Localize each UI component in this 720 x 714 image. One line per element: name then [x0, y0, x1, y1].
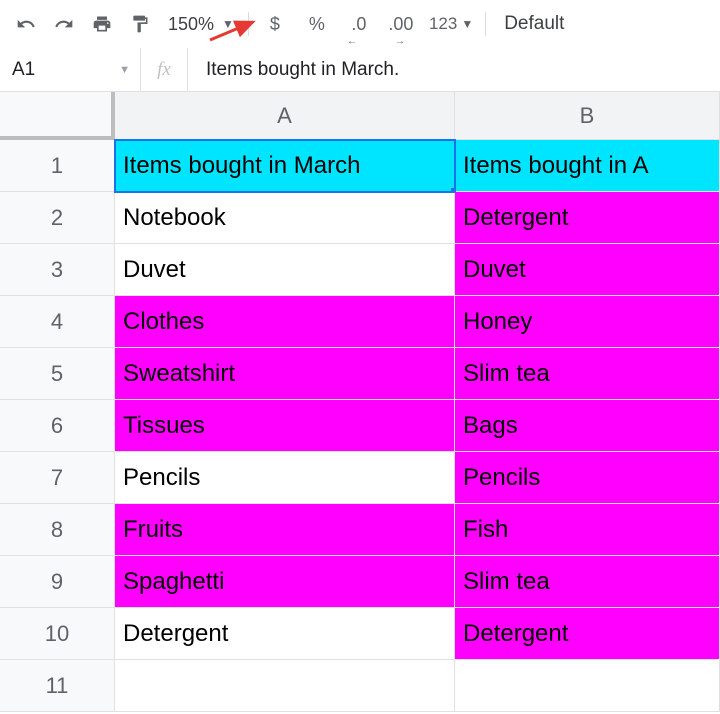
- font-dropdown[interactable]: Default: [492, 13, 576, 35]
- cell[interactable]: Bags: [455, 400, 720, 452]
- cell[interactable]: Duvet: [115, 244, 455, 296]
- row-header[interactable]: 11: [0, 660, 115, 712]
- formula-bar: A1 ▼ fx Items bought in March.: [0, 48, 720, 92]
- cell[interactable]: Detergent: [455, 192, 720, 244]
- format-123-label: 123: [429, 14, 457, 34]
- cell[interactable]: Fruits: [115, 504, 455, 556]
- more-formats-button[interactable]: 123 ▼: [423, 14, 479, 34]
- name-box[interactable]: A1 ▼: [0, 59, 140, 81]
- column-header-b[interactable]: B: [455, 92, 720, 140]
- rows-container: 1Items bought in MarchItems bought in A2…: [0, 140, 720, 712]
- redo-icon: [54, 14, 74, 34]
- cell[interactable]: Tissues: [115, 400, 455, 452]
- zoom-value: 150%: [168, 14, 214, 35]
- table-row: 1Items bought in MarchItems bought in A: [0, 140, 720, 192]
- currency-button[interactable]: $: [255, 6, 295, 42]
- zoom-dropdown[interactable]: 150% ▼: [160, 14, 242, 35]
- fx-icon: fx: [140, 48, 188, 91]
- table-row: 2NotebookDetergent: [0, 192, 720, 244]
- row-header[interactable]: 9: [0, 556, 115, 608]
- toolbar: 150% ▼ $ % .0← .00→ 123 ▼ Default: [0, 0, 720, 48]
- row-header[interactable]: 7: [0, 452, 115, 504]
- undo-icon: [16, 14, 36, 34]
- print-button[interactable]: [84, 6, 120, 42]
- cell[interactable]: Honey: [455, 296, 720, 348]
- separator: [248, 12, 249, 36]
- row-header[interactable]: 4: [0, 296, 115, 348]
- font-label: Default: [504, 13, 564, 34]
- table-row: 3DuvetDuvet: [0, 244, 720, 296]
- table-row: 5SweatshirtSlim tea: [0, 348, 720, 400]
- row-header[interactable]: 5: [0, 348, 115, 400]
- undo-button[interactable]: [8, 6, 44, 42]
- cell[interactable]: Detergent: [455, 608, 720, 660]
- cell[interactable]: Items bought in March: [115, 140, 455, 192]
- row-header[interactable]: 6: [0, 400, 115, 452]
- select-all-corner[interactable]: [0, 92, 115, 140]
- cell[interactable]: Duvet: [455, 244, 720, 296]
- cell[interactable]: Slim tea: [455, 556, 720, 608]
- cell[interactable]: Spaghetti: [115, 556, 455, 608]
- cell[interactable]: [455, 660, 720, 712]
- chevron-down-icon: ▼: [461, 17, 473, 31]
- table-row: 11: [0, 660, 720, 712]
- formula-input[interactable]: Items bought in March.: [188, 59, 720, 81]
- table-row: 10DetergentDetergent: [0, 608, 720, 660]
- cell[interactable]: Items bought in A: [455, 140, 720, 192]
- chevron-down-icon: ▼: [119, 64, 130, 76]
- cell[interactable]: Pencils: [115, 452, 455, 504]
- column-headers: A B: [0, 92, 720, 140]
- spreadsheet-grid: A B 1Items bought in MarchItems bought i…: [0, 92, 720, 712]
- decrease-decimal-button[interactable]: .0←: [339, 6, 379, 42]
- print-icon: [92, 14, 112, 34]
- row-header[interactable]: 10: [0, 608, 115, 660]
- chevron-down-icon: ▼: [222, 17, 234, 31]
- increase-decimal-button[interactable]: .00→: [381, 6, 421, 42]
- row-header[interactable]: 3: [0, 244, 115, 296]
- row-header[interactable]: 2: [0, 192, 115, 244]
- separator: [485, 12, 486, 36]
- number-format-group: $ % .0← .00→ 123 ▼: [255, 6, 479, 42]
- table-row: 9SpaghettiSlim tea: [0, 556, 720, 608]
- cell[interactable]: Detergent: [115, 608, 455, 660]
- cell[interactable]: Fish: [455, 504, 720, 556]
- paint-format-icon: [130, 14, 150, 34]
- cell[interactable]: Clothes: [115, 296, 455, 348]
- row-header[interactable]: 1: [0, 140, 115, 192]
- percent-button[interactable]: %: [297, 6, 337, 42]
- table-row: 4ClothesHoney: [0, 296, 720, 348]
- table-row: 8FruitsFish: [0, 504, 720, 556]
- row-header[interactable]: 8: [0, 504, 115, 556]
- cell[interactable]: Sweatshirt: [115, 348, 455, 400]
- name-box-value: A1: [12, 59, 35, 81]
- paint-format-button[interactable]: [122, 6, 158, 42]
- cell[interactable]: [115, 660, 455, 712]
- cell[interactable]: Notebook: [115, 192, 455, 244]
- column-header-a[interactable]: A: [115, 92, 455, 140]
- redo-button[interactable]: [46, 6, 82, 42]
- table-row: 6TissuesBags: [0, 400, 720, 452]
- cell[interactable]: Slim tea: [455, 348, 720, 400]
- cell[interactable]: Pencils: [455, 452, 720, 504]
- table-row: 7PencilsPencils: [0, 452, 720, 504]
